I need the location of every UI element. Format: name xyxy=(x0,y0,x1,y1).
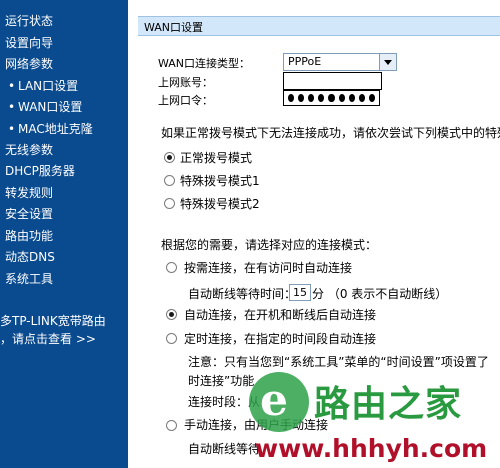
promo-text: 多TP-LINK宽带路由 xyxy=(0,314,106,328)
promo-link[interactable]: ，请点击查看 >> xyxy=(0,330,96,347)
sidebar-item-ddns[interactable]: 动态DNS xyxy=(5,248,55,265)
sidebar-item-network[interactable]: 网络参数 xyxy=(5,55,53,72)
password-dot xyxy=(298,94,305,102)
password-dot xyxy=(328,94,335,102)
dial-mode-normal-radio[interactable] xyxy=(164,152,175,163)
sidebar-item-system-tools[interactable]: 系统工具 xyxy=(5,270,53,287)
sidebar-item-forwarding[interactable]: 转发规则 xyxy=(5,184,53,201)
sidebar-item-routing[interactable]: 路由功能 xyxy=(5,227,53,244)
bullet-icon: • xyxy=(8,79,16,93)
wan-section-header: WAN口设置 xyxy=(138,16,500,36)
account-input[interactable] xyxy=(283,72,382,90)
password-dot xyxy=(308,94,315,102)
password-dot xyxy=(338,94,345,102)
sidebar-item-label: WAN口设置 xyxy=(18,100,83,114)
sidebar-item-label: LAN口设置 xyxy=(18,79,79,93)
conn-auto-label: 自动连接，在开机和断线后自动连接 xyxy=(184,308,377,322)
sidebar-item-status[interactable]: 运行状态 xyxy=(5,12,53,29)
idle-time-label: 自动断线等待时间： xyxy=(188,287,297,301)
idle-time-input[interactable]: 15 xyxy=(289,284,311,301)
wan-type-value: PPPoE xyxy=(288,55,322,68)
section-title: WAN口设置 xyxy=(144,21,204,34)
sidebar: 运行状态 设置向导 网络参数 • LAN口设置 • WAN口设置 • MAC地址克隆 … xyxy=(0,0,128,468)
sidebar-item-wan[interactable]: • WAN口设置 xyxy=(8,98,82,115)
sidebar-item-dhcp[interactable]: DHCP服务器 xyxy=(5,162,75,179)
sidebar-item-label: MAC地址克隆 xyxy=(18,122,93,136)
password-dot xyxy=(318,94,325,102)
conn-auto-radio[interactable] xyxy=(166,309,177,320)
password-label: 上网口令： xyxy=(158,94,213,107)
dial-mode-special1-label: 特殊拨号模式1 xyxy=(180,174,260,188)
conn-on-demand-label: 按需连接，在有访问时自动连接 xyxy=(184,261,353,275)
dial-mode-special2-label: 特殊拨号模式2 xyxy=(180,197,260,211)
password-dot xyxy=(358,94,365,102)
sidebar-gap xyxy=(128,0,138,468)
password-dot xyxy=(348,94,355,102)
dial-mode-special1-radio[interactable] xyxy=(164,175,175,186)
password-dot xyxy=(288,94,295,102)
idle-time-label-2: 自动断线等待 xyxy=(188,442,261,456)
wan-type-select[interactable]: PPPoE xyxy=(283,53,397,71)
password-input[interactable] xyxy=(283,90,380,106)
conn-manual-radio[interactable] xyxy=(166,420,177,431)
conn-scheduled-radio[interactable] xyxy=(166,333,177,344)
dial-mode-special2-radio[interactable] xyxy=(164,198,175,209)
watermark-url: www.hhhyh.com xyxy=(255,434,488,463)
note-line-2: 时连接”功能 xyxy=(188,374,255,388)
password-dot xyxy=(368,94,375,102)
conn-scheduled-label: 定时连接，在指定的时间段自动连接 xyxy=(184,332,377,346)
dial-hint: 如果正常拨号模式下无法连接成功，请依次尝试下列模式中的特殊 xyxy=(161,126,500,140)
sidebar-item-wireless[interactable]: 无线参数 xyxy=(5,141,53,158)
dial-mode-normal-label: 正常拨号模式 xyxy=(180,151,253,165)
sidebar-item-security[interactable]: 安全设置 xyxy=(5,205,53,222)
conn-mode-hint: 根据您的需要，请选择对应的连接模式： xyxy=(161,238,378,252)
account-label: 上网账号： xyxy=(158,76,213,89)
wan-type-label: WAN口连接类型： xyxy=(158,57,251,70)
sidebar-item-mac-clone[interactable]: • MAC地址克隆 xyxy=(8,120,93,137)
note-line-1: 注意：只有当您到“系统工具”菜单的“时间设置”项设置了 xyxy=(188,355,489,369)
watermark-logo-icon: e xyxy=(249,372,309,432)
watermark-brand: 路由之家 xyxy=(314,384,463,425)
bullet-icon: • xyxy=(8,100,16,114)
sidebar-item-wizard[interactable]: 设置向导 xyxy=(5,34,53,51)
sidebar-item-lan[interactable]: • LAN口设置 xyxy=(8,77,78,94)
bullet-icon: • xyxy=(8,122,16,136)
idle-time-suffix: 分 （0 表示不自动断线） xyxy=(312,287,448,301)
conn-on-demand-radio[interactable] xyxy=(166,262,177,273)
chevron-down-icon[interactable] xyxy=(379,54,396,70)
